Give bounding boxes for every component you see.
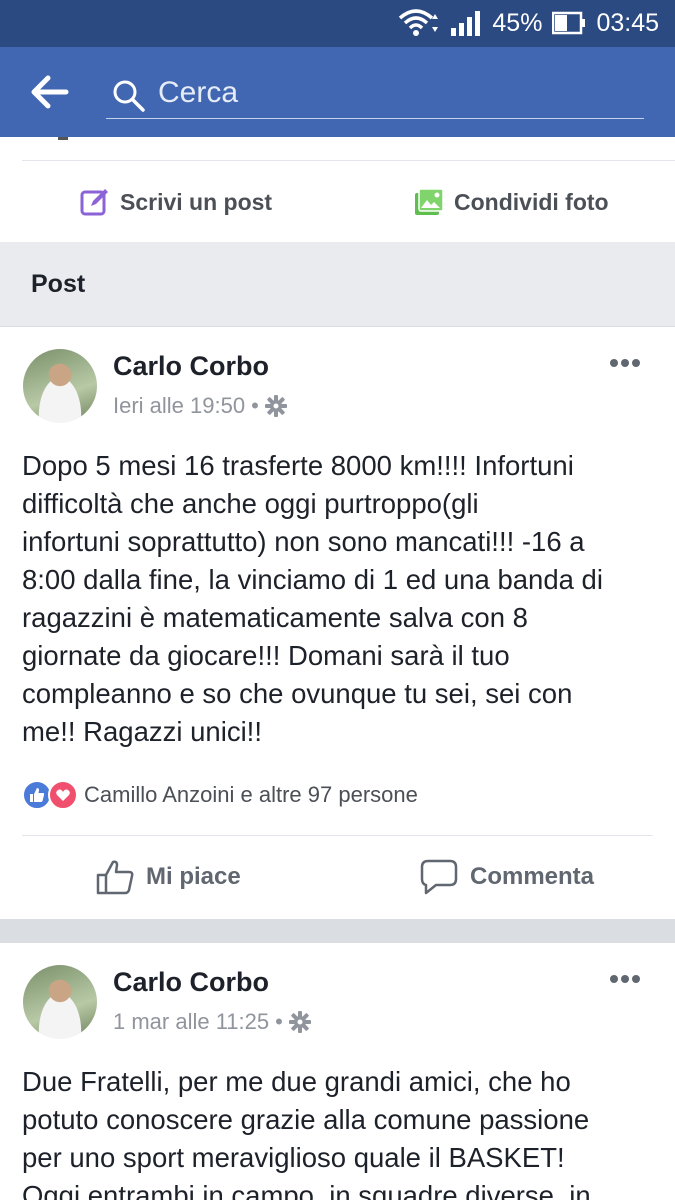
divider	[58, 137, 68, 140]
search-icon	[113, 80, 145, 112]
search-input[interactable]	[158, 73, 628, 113]
post-card: Carlo Corbo 1 mar alle 11:25 • Due Frate…	[0, 943, 675, 1200]
share-photo-button[interactable]: Condividi foto	[414, 185, 609, 219]
top-navbar	[0, 47, 675, 137]
reactions-text: Camillo Anzoini e altre 97 persone	[84, 782, 418, 807]
section-title: Post	[31, 270, 86, 298]
post-author[interactable]: Carlo Corbo	[113, 351, 269, 382]
avatar[interactable]	[23, 965, 97, 1039]
clock: 03:45	[596, 8, 659, 37]
divider	[22, 835, 653, 836]
meta-separator: •	[251, 393, 259, 418]
thumbs-up-icon	[96, 860, 134, 895]
divider	[22, 160, 675, 161]
write-post-label: Scrivi un post	[120, 188, 273, 215]
arrow-left-icon	[31, 75, 69, 109]
post-card: Carlo Corbo Ieri alle 19:50 • Dopo 5 mes…	[0, 327, 675, 919]
like-button[interactable]: Mi piace	[96, 859, 241, 895]
search-bar[interactable]	[106, 71, 644, 119]
back-button[interactable]	[30, 74, 70, 110]
post-meta: 1 mar alle 11:25 •	[113, 1009, 311, 1035]
post-text: Due Fratelli, per me due grandi amici, c…	[22, 1066, 591, 1200]
reactions-summary[interactable]: Camillo Anzoini e altre 97 persone	[22, 780, 418, 810]
battery-icon	[552, 11, 586, 35]
post-author[interactable]: Carlo Corbo	[113, 967, 269, 998]
comment-button[interactable]: Commenta	[420, 859, 594, 895]
heart-reaction-icon	[48, 780, 78, 810]
post-meta: Ieri alle 19:50 •	[113, 393, 287, 419]
write-post-button[interactable]: Scrivi un post	[80, 185, 272, 219]
meta-separator: •	[275, 1009, 283, 1034]
share-photo-label: Condividi foto	[454, 188, 609, 215]
composer-bar: Scrivi un post Condividi foto	[0, 137, 675, 242]
wifi-icon	[398, 8, 440, 38]
gear-icon	[288, 1011, 311, 1033]
comment-label: Commenta	[470, 863, 595, 890]
section-header: Post	[0, 242, 675, 326]
battery-percent: 45%	[492, 8, 543, 37]
post-timestamp[interactable]: 1 mar alle 11:25	[113, 1009, 269, 1035]
comment-icon	[420, 859, 458, 895]
more-dots-icon[interactable]	[609, 973, 641, 985]
gear-icon	[264, 395, 287, 417]
photo-icon	[415, 188, 444, 215]
status-bar: 45% 03:45	[0, 0, 675, 47]
avatar[interactable]	[23, 349, 97, 423]
post-text: Dopo 5 mesi 16 trasferte 8000 km!!!! Inf…	[22, 450, 603, 747]
edit-icon	[80, 189, 108, 216]
signal-icon	[450, 10, 482, 36]
post-timestamp[interactable]: Ieri alle 19:50	[113, 393, 245, 419]
more-dots-icon[interactable]	[609, 357, 641, 369]
like-label: Mi piace	[146, 863, 241, 890]
